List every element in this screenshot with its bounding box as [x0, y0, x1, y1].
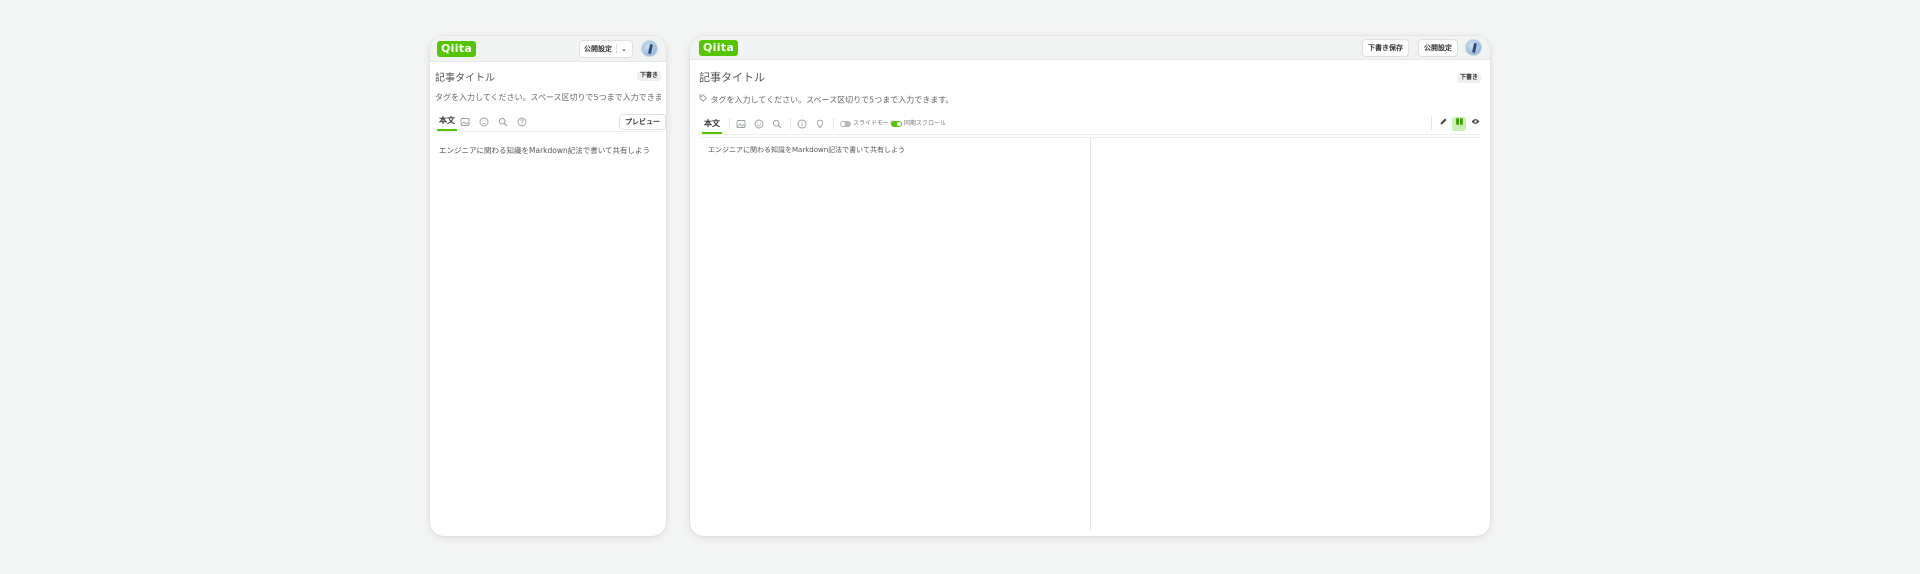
edit-mode-button[interactable]: [1436, 117, 1450, 131]
help-icon[interactable]: [517, 117, 527, 127]
editor-toolbar: 本文 プレビュー: [435, 112, 666, 132]
split-view-button[interactable]: [1452, 117, 1466, 131]
slide-mode-switch[interactable]: [840, 120, 851, 127]
mobile-header: Qiita 公開設定 ⌄: [430, 36, 666, 62]
preview-button[interactable]: プレビュー: [619, 114, 666, 130]
publish-settings-label: 公開設定: [584, 45, 612, 53]
editor-body-input[interactable]: エンジニアに関わる知識をMarkdown記法で書いて共有しよう: [439, 145, 650, 156]
search-icon[interactable]: [772, 119, 782, 129]
tag-input[interactable]: タグを入力してください。スペース区切りで5つまで入力できます。: [699, 91, 1481, 109]
tag-placeholder: タグを入力してください。スペース区切りで5つまで入力できます。: [710, 95, 954, 105]
toolbar-divider: [729, 118, 730, 129]
sync-scroll-label: 同期スクロール: [904, 120, 947, 127]
lightbulb-icon[interactable]: [815, 119, 825, 129]
qiita-logo[interactable]: Qiita: [437, 41, 477, 57]
title-input[interactable]: 記事タイトル: [435, 69, 495, 84]
title-input[interactable]: 記事タイトル: [699, 69, 765, 85]
preview-mode-button[interactable]: [1468, 117, 1482, 131]
eye-icon: [1471, 119, 1479, 124]
image-icon[interactable]: [736, 119, 746, 129]
toolbar-divider: [833, 118, 834, 129]
slide-mode-toggle[interactable]: スライドモード: [840, 118, 895, 130]
title-row: 記事タイトル 下書き: [699, 67, 1481, 87]
split-view-icon: [1455, 118, 1463, 125]
tag-input[interactable]: タグを入力してください。スペース区切りで5つまで入力できます。: [435, 90, 661, 106]
button-separator: [616, 44, 617, 54]
sync-scroll-toggle[interactable]: 同期スクロール: [891, 118, 946, 130]
editor-toolbar: 本文 スライドモード 同期スクロール: [699, 113, 1481, 135]
publish-settings-button[interactable]: 公開設定: [1418, 39, 1458, 57]
draft-badge: 下書き: [636, 71, 661, 81]
pencil-icon: [1440, 118, 1446, 125]
desktop-editor-frame: Qiita 下書き保存 公開設定 記事タイトル 下書き タグを入力してください。…: [690, 36, 1490, 536]
publish-settings-button[interactable]: 公開設定 ⌄: [579, 40, 633, 58]
tag-icon: [699, 91, 708, 109]
user-avatar[interactable]: [641, 40, 658, 57]
sync-scroll-switch[interactable]: [891, 120, 902, 127]
info-icon[interactable]: [797, 119, 807, 129]
toolbar-divider: [1431, 117, 1432, 130]
save-draft-button[interactable]: 下書き保存: [1362, 39, 1409, 57]
preview-pane: [1091, 138, 1481, 530]
chevron-down-icon[interactable]: ⌄: [621, 41, 627, 57]
tab-body[interactable]: 本文: [437, 115, 457, 131]
tag-placeholder: タグを入力してください。スペース区切りで5つまで入力できます。: [435, 93, 661, 102]
draft-badge: 下書き: [1456, 73, 1481, 83]
user-avatar[interactable]: [1465, 39, 1482, 56]
title-row: 記事タイトル 下書き: [435, 66, 661, 86]
emoji-icon[interactable]: [754, 119, 764, 129]
emoji-icon[interactable]: [479, 117, 489, 127]
slide-mode-label: スライドモード: [853, 120, 896, 127]
tab-body[interactable]: 本文: [702, 118, 722, 134]
desktop-header: Qiita 下書き保存 公開設定: [690, 36, 1490, 60]
editor-area: エンジニアに関わる知識をMarkdown記法で書いて共有しよう: [699, 137, 1481, 530]
mobile-editor-frame: Qiita 公開設定 ⌄ 記事タイトル 下書き タグを入力してください。スペース…: [430, 36, 666, 536]
editor-body-input[interactable]: エンジニアに関わる知識をMarkdown記法で書いて共有しよう: [708, 145, 905, 155]
toolbar-divider: [790, 118, 791, 129]
qiita-logo[interactable]: Qiita: [699, 40, 739, 56]
image-icon[interactable]: [460, 117, 470, 127]
search-icon[interactable]: [498, 117, 508, 127]
